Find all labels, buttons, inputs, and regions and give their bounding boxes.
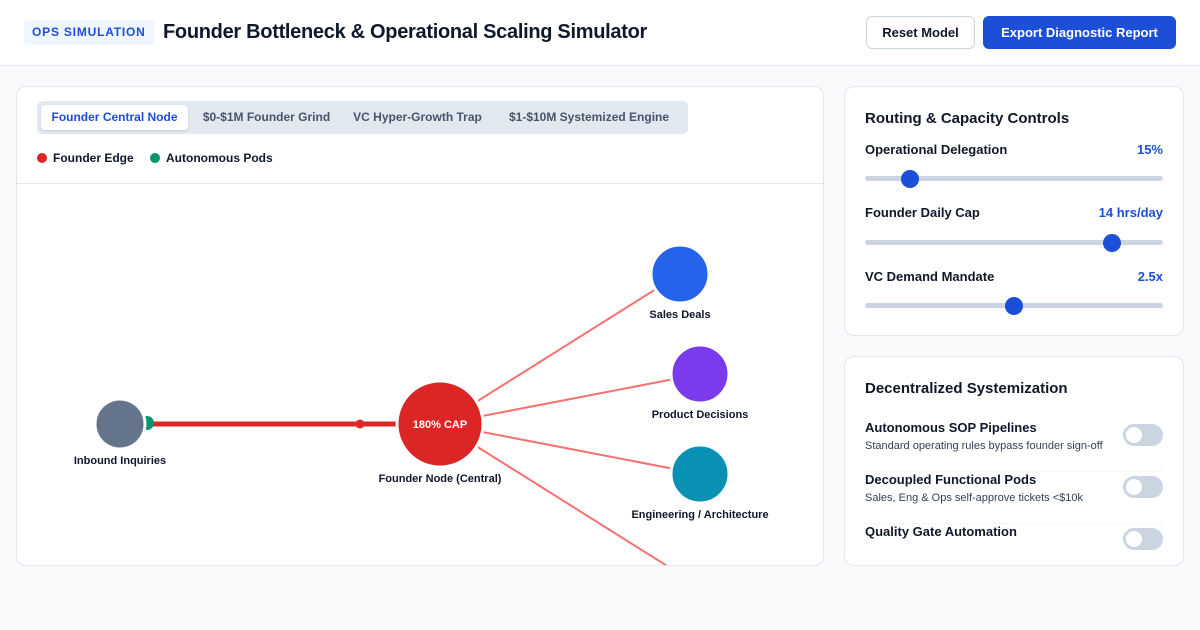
slider-thumb[interactable] bbox=[1005, 297, 1023, 315]
node-label: Product Decisions bbox=[652, 409, 749, 421]
vc-demand-mandate-value: 2.5x bbox=[1137, 269, 1163, 284]
scenario-tabs: Founder Central Node $0-$1M Founder Grin… bbox=[37, 101, 688, 134]
vc-demand-mandate-label: VC Demand Mandate bbox=[865, 269, 995, 284]
node-product-decisions[interactable]: Product Decisions bbox=[652, 343, 749, 421]
founder-edge-dot-icon bbox=[37, 153, 47, 163]
tab-vc-hyper-growth-trap[interactable]: VC Hyper-Growth Trap bbox=[345, 105, 490, 130]
bottleneck-network-graph: Inbound Inquiries 180% CAP Founder Node … bbox=[74, 243, 769, 565]
panel-title: Routing & Capacity Controls bbox=[865, 110, 1070, 127]
node-label: Inbound Inquiries bbox=[74, 455, 166, 467]
founder-capacity-text: 180% CAP bbox=[413, 419, 467, 431]
node-sales-deals[interactable]: Sales Deals bbox=[649, 243, 711, 321]
ops-simulation-badge: OPS SIMULATION bbox=[24, 20, 154, 45]
network-visualization-card: Founder Central Node $0-$1M Founder Grin… bbox=[16, 86, 824, 566]
toggle-knob bbox=[1126, 427, 1142, 443]
toggle-description: Sales, Eng & Ops self-approve tickets <$… bbox=[865, 492, 1083, 504]
node-inbound-inquiries[interactable]: Inbound Inquiries bbox=[74, 397, 166, 467]
toggle-title: Decoupled Functional Pods bbox=[865, 472, 1037, 487]
legend-label: Autonomous Pods bbox=[166, 151, 273, 165]
app-header: OPS SIMULATION Founder Bottleneck & Oper… bbox=[0, 0, 1200, 66]
tab-founder-central-node[interactable]: Founder Central Node bbox=[41, 105, 188, 130]
autonomous-pods-dot-icon bbox=[150, 153, 160, 163]
flow-particle bbox=[355, 419, 365, 429]
founder-daily-cap-slider[interactable] bbox=[865, 234, 1163, 252]
sales-node-circle bbox=[649, 243, 711, 305]
vc-demand-mandate-slider[interactable] bbox=[865, 297, 1163, 315]
functional-pods-toggle[interactable] bbox=[1123, 476, 1163, 498]
toggle-title: Autonomous SOP Pipelines bbox=[865, 420, 1037, 435]
slider-thumb[interactable] bbox=[1103, 234, 1122, 252]
reset-model-button[interactable]: Reset Model bbox=[866, 16, 975, 49]
engineering-node-circle bbox=[669, 443, 731, 505]
inbound-node-circle bbox=[93, 397, 147, 451]
toggle-title: Quality Gate Automation bbox=[865, 524, 1017, 539]
node-engineering-architecture[interactable]: Engineering / Architecture bbox=[631, 443, 769, 521]
toggle-knob bbox=[1126, 479, 1142, 495]
toggle-row-functional-pods: Decoupled Functional Pods Sales, Eng & O… bbox=[865, 472, 1163, 524]
quality-gate-toggle[interactable] bbox=[1123, 528, 1163, 550]
panel-title: Decentralized Systemization bbox=[865, 380, 1068, 397]
toggle-description: Standard operating rules bypass founder … bbox=[865, 440, 1103, 452]
operational-delegation-value: 15% bbox=[1136, 142, 1163, 157]
toggle-row-sop-pipelines: Autonomous SOP Pipelines Standard operat… bbox=[865, 420, 1163, 472]
tab-systemized-engine[interactable]: $1-$10M Systemized Engine bbox=[494, 105, 684, 130]
routing-capacity-panel: Routing & Capacity Controls Operational … bbox=[844, 86, 1184, 336]
operational-delegation-slider[interactable] bbox=[865, 170, 1163, 188]
toggle-knob bbox=[1126, 531, 1142, 547]
operational-delegation-label: Operational Delegation bbox=[865, 142, 1008, 157]
node-label: Founder Node (Central) bbox=[379, 473, 502, 485]
sop-pipelines-toggle[interactable] bbox=[1123, 424, 1163, 446]
toggle-row-quality-gate: Quality Gate Automation bbox=[865, 524, 1163, 565]
export-report-button[interactable]: Export Diagnostic Report bbox=[983, 16, 1176, 49]
founder-daily-cap-value: 14 hrs/day bbox=[1098, 205, 1163, 220]
node-label: Engineering / Architecture bbox=[631, 509, 768, 521]
founder-daily-cap-label: Founder Daily Cap bbox=[865, 205, 980, 220]
tab-founder-grind[interactable]: $0-$1M Founder Grind bbox=[192, 105, 341, 130]
page-title: Founder Bottleneck & Operational Scaling… bbox=[163, 21, 647, 43]
legend-label: Founder Edge bbox=[53, 151, 134, 165]
decentralized-systemization-panel: Decentralized Systemization Autonomous S… bbox=[844, 356, 1184, 566]
product-node-circle bbox=[669, 343, 731, 405]
node-label: Sales Deals bbox=[649, 309, 710, 321]
slider-thumb[interactable] bbox=[900, 170, 919, 188]
